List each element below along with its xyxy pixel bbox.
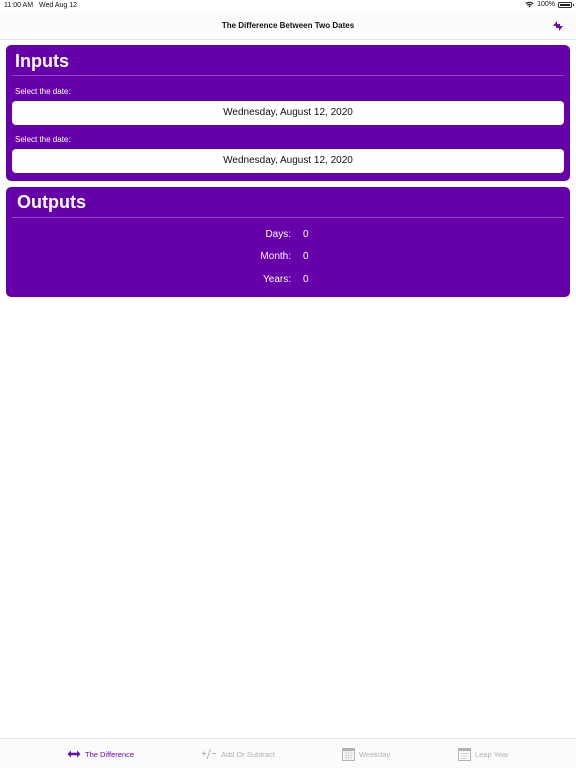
month-row: Month: 0 — [6, 251, 570, 265]
double-arrow-icon — [67, 750, 81, 758]
years-row: Years: 0 — [6, 274, 570, 288]
tab-the-difference[interactable]: The Difference — [67, 746, 134, 762]
navigation-bar: The Difference Between Two Dates — [0, 12, 576, 40]
page-title: The Difference Between Two Dates — [221, 21, 355, 30]
second-date-picker[interactable]: Wednesday, August 12, 2020 — [12, 149, 564, 173]
outputs-title: Outputs — [17, 192, 86, 212]
wifi-icon — [525, 1, 534, 8]
days-row: Days: 0 — [6, 229, 570, 243]
second-date-label: Select the date: — [15, 135, 71, 144]
inputs-title: Inputs — [15, 51, 69, 71]
tab-label: The Difference — [85, 749, 135, 759]
tab-label: Leap Year — [475, 749, 509, 759]
tab-weekday[interactable]: Weekday — [342, 746, 390, 762]
calendar-icon — [342, 748, 355, 761]
status-indicators: 100% — [525, 1, 574, 8]
swap-arrows-icon[interactable] — [550, 18, 566, 34]
years-value: 0 — [303, 274, 309, 285]
years-label: Years: — [263, 274, 291, 285]
calendar-icon — [458, 748, 471, 761]
battery-percent: 100% — [537, 1, 555, 8]
month-value: 0 — [303, 251, 309, 262]
inputs-divider — [12, 75, 564, 76]
tab-label: Weekday — [359, 749, 391, 759]
tab-bar: The Difference Add Or Subtract Weekday L… — [0, 738, 576, 768]
status-bar: 11:00 AM Wed Aug 12 100% — [0, 0, 576, 12]
month-label: Month: — [260, 251, 291, 262]
battery-icon — [558, 1, 574, 8]
outputs-divider — [12, 217, 564, 218]
plus-minus-icon — [202, 748, 216, 760]
tab-add-or-subtract[interactable]: Add Or Subtract — [201, 746, 275, 762]
first-date-picker[interactable]: Wednesday, August 12, 2020 — [12, 101, 564, 125]
days-value: 0 — [303, 229, 309, 240]
outputs-card: Outputs Days: 0 Month: 0 Years: 0 — [6, 187, 570, 297]
first-date-label: Select the date: — [15, 87, 71, 96]
tab-label: Add Or Subtract — [221, 749, 275, 759]
status-time: 11:00 AM — [4, 2, 34, 9]
inputs-card: Inputs Select the date: Wednesday, Augus… — [6, 45, 570, 181]
days-label: Days: — [265, 229, 291, 240]
status-date: Wed Aug 12 — [39, 2, 78, 9]
tab-leap-year[interactable]: Leap Year — [458, 746, 509, 762]
